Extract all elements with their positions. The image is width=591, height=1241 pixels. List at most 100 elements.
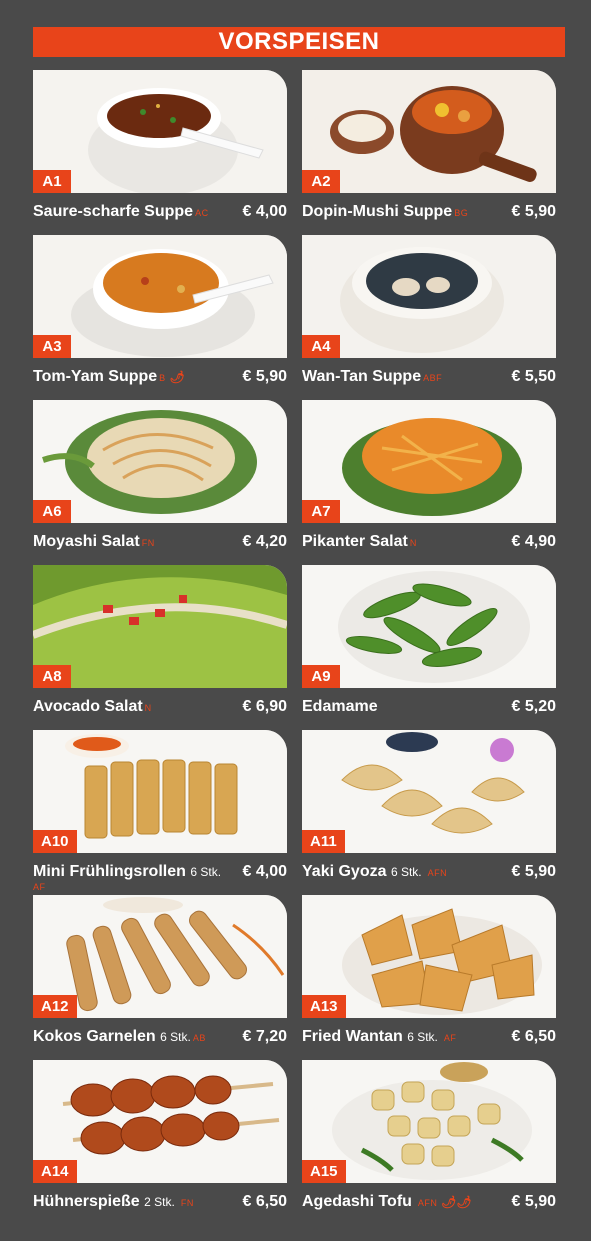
item-name: Edamame bbox=[302, 698, 378, 715]
item-price: € 5,90 bbox=[511, 1193, 556, 1210]
item-name: Dopin-Mushi Suppe bbox=[302, 203, 453, 220]
item-row: Fried Wantan 6 Stk. AF € 6,50 bbox=[302, 1025, 556, 1049]
item-code-badge: A12 bbox=[33, 995, 77, 1018]
item-row: Pikanter Salat N € 4,90 bbox=[302, 530, 556, 554]
menu-item-card[interactable]: A12 Kokos Garnelen 6 Stk. AB € 7,20 bbox=[33, 895, 287, 1055]
item-name: Tom-Yam Suppe bbox=[33, 368, 158, 385]
item-name: Hühnerspieße bbox=[33, 1193, 140, 1210]
item-name-wrap: Kokos Garnelen 6 Stk. AB bbox=[33, 1025, 206, 1050]
item-code-badge: A10 bbox=[33, 830, 77, 853]
allergen-codes: AF bbox=[33, 882, 46, 892]
item-name-wrap: Edamame bbox=[302, 695, 380, 720]
item-name: Kokos Garnelen bbox=[33, 1028, 156, 1045]
item-name-wrap: Dopin-Mushi Suppe BG bbox=[302, 200, 468, 225]
allergen-codes: BG bbox=[454, 208, 469, 218]
avocado-salad-photo bbox=[33, 565, 287, 688]
moyashi-salad-photo bbox=[33, 400, 287, 523]
menu-item-card[interactable]: A6 Moyashi Salat FN € 4,20 bbox=[33, 400, 287, 560]
item-row: Avocado Salat N € 6,90 bbox=[33, 695, 287, 719]
item-code-badge: A11 bbox=[302, 830, 345, 853]
item-name: Fried Wantan bbox=[302, 1028, 403, 1045]
item-price: € 4,00 bbox=[242, 203, 287, 220]
menu-item-card[interactable]: A8 Avocado Salat N € 6,90 bbox=[33, 565, 287, 725]
chili-icon: 🌶🌶 bbox=[441, 1195, 472, 1209]
item-row: Tom-Yam Suppe B 🌶 € 5,90 bbox=[33, 365, 287, 389]
item-code-badge: A9 bbox=[302, 665, 340, 688]
item-row: Yaki Gyoza 6 Stk. AFN € 5,90 bbox=[302, 860, 556, 884]
item-code-badge: A7 bbox=[302, 500, 340, 523]
item-name-wrap: Moyashi Salat FN bbox=[33, 530, 155, 555]
menu-item-card[interactable]: A15 Agedashi Tofu AFN 🌶🌶 € 5,90 bbox=[302, 1060, 556, 1220]
menu-item-card[interactable]: A7 Pikanter Salat N € 4,90 bbox=[302, 400, 556, 560]
edamame-photo bbox=[302, 565, 556, 688]
item-price: € 6,90 bbox=[242, 698, 287, 715]
item-row: Kokos Garnelen 6 Stk. AB € 7,20 bbox=[33, 1025, 287, 1049]
item-code-badge: A14 bbox=[33, 1160, 77, 1183]
item-name-wrap: Saure-scharfe Suppe AC bbox=[33, 200, 209, 225]
item-name-wrap: Tom-Yam Suppe B 🌶 bbox=[33, 365, 185, 390]
item-name: Yaki Gyoza bbox=[302, 863, 387, 880]
item-price: € 6,50 bbox=[242, 1193, 287, 1210]
item-name: Mini Frühlingsrollen bbox=[33, 863, 186, 880]
allergen-codes: AFN bbox=[417, 1198, 438, 1208]
item-price: € 5,50 bbox=[511, 368, 556, 385]
item-name-wrap: Avocado Salat N bbox=[33, 695, 152, 720]
item-quantity: 2 Stk. bbox=[144, 1195, 175, 1209]
item-row: Hühnerspieße 2 Stk. FN € 6,50 bbox=[33, 1190, 287, 1214]
item-price: € 5,90 bbox=[242, 368, 287, 385]
allergen-codes: N bbox=[144, 703, 152, 713]
item-row: Dopin-Mushi Suppe BG € 5,90 bbox=[302, 200, 556, 224]
menu-item-card[interactable]: A10 Mini Frühlingsrollen 6 Stk. € 4,00 A… bbox=[33, 730, 287, 892]
item-code-badge: A15 bbox=[302, 1160, 346, 1183]
menu-item-card[interactable]: A14 Hühnerspieße 2 Stk. FN € 6,50 bbox=[33, 1060, 287, 1220]
item-price: € 4,20 bbox=[242, 533, 287, 550]
wan-tan-soup-photo bbox=[302, 235, 556, 358]
item-name: Saure-scharfe Suppe bbox=[33, 203, 194, 220]
item-price: € 4,00 bbox=[242, 863, 287, 880]
item-name-wrap: Fried Wantan 6 Stk. AF bbox=[302, 1025, 456, 1050]
item-code-badge: A6 bbox=[33, 500, 71, 523]
item-row: Moyashi Salat FN € 4,20 bbox=[33, 530, 287, 554]
menu-item-card[interactable]: A11 Yaki Gyoza 6 Stk. AFN € 5,90 bbox=[302, 730, 556, 890]
menu-item-card[interactable]: A9 Edamame € 5,20 bbox=[302, 565, 556, 725]
item-code-badge: A13 bbox=[302, 995, 346, 1018]
item-name: Agedashi Tofu bbox=[302, 1193, 412, 1210]
item-name-wrap: Agedashi Tofu AFN 🌶🌶 bbox=[302, 1190, 472, 1215]
item-name: Pikanter Salat bbox=[302, 533, 408, 550]
item-row: Edamame € 5,20 bbox=[302, 695, 556, 719]
menu-item-card[interactable]: A3 Tom-Yam Suppe B 🌶 € 5,90 bbox=[33, 235, 287, 395]
item-price: € 5,20 bbox=[511, 698, 556, 715]
allergen-codes: AF bbox=[443, 1033, 457, 1043]
item-code-badge: A2 bbox=[302, 170, 340, 193]
item-row: Agedashi Tofu AFN 🌶🌶 € 5,90 bbox=[302, 1190, 556, 1214]
menu-item-card[interactable]: A4 Wan-Tan Suppe ABF € 5,50 bbox=[302, 235, 556, 395]
item-price: € 5,90 bbox=[511, 203, 556, 220]
allergen-codes: AC bbox=[195, 208, 209, 218]
item-name-wrap: Hühnerspieße 2 Stk. FN bbox=[33, 1190, 194, 1215]
item-price: € 6,50 bbox=[511, 1028, 556, 1045]
item-name-wrap: Yaki Gyoza 6 Stk. AFN bbox=[302, 860, 447, 885]
item-name-wrap: Mini Frühlingsrollen 6 Stk. bbox=[33, 860, 221, 884]
menu-item-card[interactable]: A1 Saure-scharfe Suppe AC € 4,00 bbox=[33, 70, 287, 230]
tom-yam-soup-photo bbox=[33, 235, 287, 358]
item-code-badge: A1 bbox=[33, 170, 71, 193]
item-row: Mini Frühlingsrollen 6 Stk. € 4,00 bbox=[33, 860, 287, 884]
item-quantity: 6 Stk. bbox=[160, 1030, 191, 1044]
item-name: Wan-Tan Suppe bbox=[302, 368, 422, 385]
item-quantity: 6 Stk. bbox=[190, 865, 222, 879]
menu-item-card[interactable]: A2 Dopin-Mushi Suppe BG € 5,90 bbox=[302, 70, 556, 230]
item-price: € 7,20 bbox=[242, 1028, 287, 1045]
section-title: VORSPEISEN bbox=[33, 27, 565, 57]
allergen-codes: FN bbox=[141, 538, 155, 548]
allergen-codes: FN bbox=[180, 1198, 194, 1208]
allergen-codes: ABF bbox=[423, 373, 443, 383]
menu-item-card[interactable]: A13 Fried Wantan 6 Stk. AF € 6,50 bbox=[302, 895, 556, 1055]
item-code-badge: A8 bbox=[33, 665, 71, 688]
spicy-salad-photo bbox=[302, 400, 556, 523]
item-quantity: 6 Stk. bbox=[407, 1030, 438, 1044]
item-name: Moyashi Salat bbox=[33, 533, 140, 550]
allergen-codes: B bbox=[159, 373, 166, 383]
chili-icon: 🌶 bbox=[169, 370, 185, 384]
item-name-wrap: Wan-Tan Suppe ABF bbox=[302, 365, 442, 390]
item-code-badge: A4 bbox=[302, 335, 340, 358]
